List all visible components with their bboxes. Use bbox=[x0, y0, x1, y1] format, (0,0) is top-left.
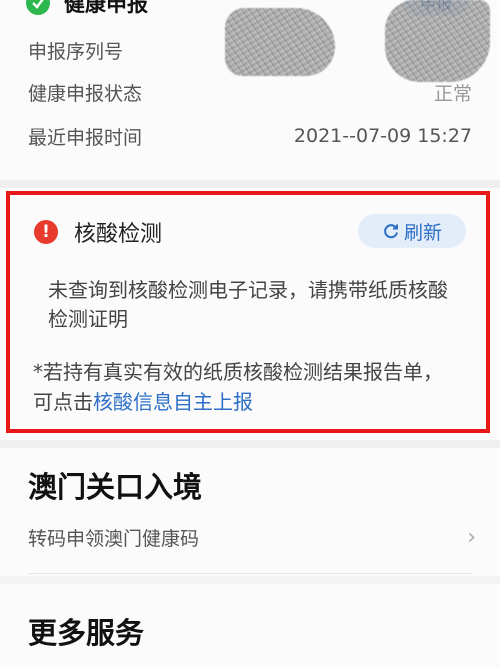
refresh-button[interactable]: 刷新 bbox=[358, 214, 466, 248]
health-header: 健康申报 bbox=[26, 0, 148, 18]
section-divider bbox=[0, 440, 500, 448]
last-declaration-row: 最近申报时间 2021--07-09 15:27 bbox=[28, 122, 472, 150]
chevron-right-icon: › bbox=[467, 524, 476, 550]
nat-no-record-message: 未查询到核酸检测电子记录，请携带纸质核酸检测证明 bbox=[48, 278, 448, 331]
nat-note: *若持有真实有效的纸质核酸检测结果报告单，可点击核酸信息自主上报 bbox=[33, 357, 453, 417]
macau-health-code-item[interactable]: 转码申领澳门健康码 › bbox=[28, 520, 476, 554]
health-title: 健康申报 bbox=[64, 0, 148, 16]
section-divider bbox=[0, 180, 500, 188]
list-divider bbox=[28, 573, 472, 574]
refresh-icon bbox=[384, 224, 398, 239]
declaration-status-value: 正常 bbox=[433, 82, 472, 105]
last-declaration-value: 2021--07-09 15:27 bbox=[293, 125, 472, 147]
redaction-scribble bbox=[225, 8, 335, 76]
check-circle-icon bbox=[26, 0, 50, 15]
refresh-label: 刷新 bbox=[403, 221, 442, 244]
macau-health-code-label: 转码申领澳门健康码 bbox=[28, 527, 200, 550]
more-services-title: 更多服务 bbox=[28, 616, 145, 650]
redaction-scribble bbox=[385, 0, 490, 82]
declaration-status-label: 健康申报状态 bbox=[28, 82, 143, 105]
macau-entry-title: 澳门关口入境 bbox=[28, 470, 203, 504]
serial-number-label: 申报序列号 bbox=[28, 40, 124, 63]
declaration-status-row: 健康申报状态 正常 bbox=[28, 78, 472, 106]
self-report-link[interactable]: 核酸信息自主上报 bbox=[93, 390, 253, 414]
last-declaration-label: 最近申报时间 bbox=[28, 126, 143, 149]
alert-icon: ! bbox=[34, 220, 58, 244]
nat-title: 核酸检测 bbox=[74, 222, 163, 247]
nat-header: ! 核酸检测 bbox=[34, 216, 162, 248]
